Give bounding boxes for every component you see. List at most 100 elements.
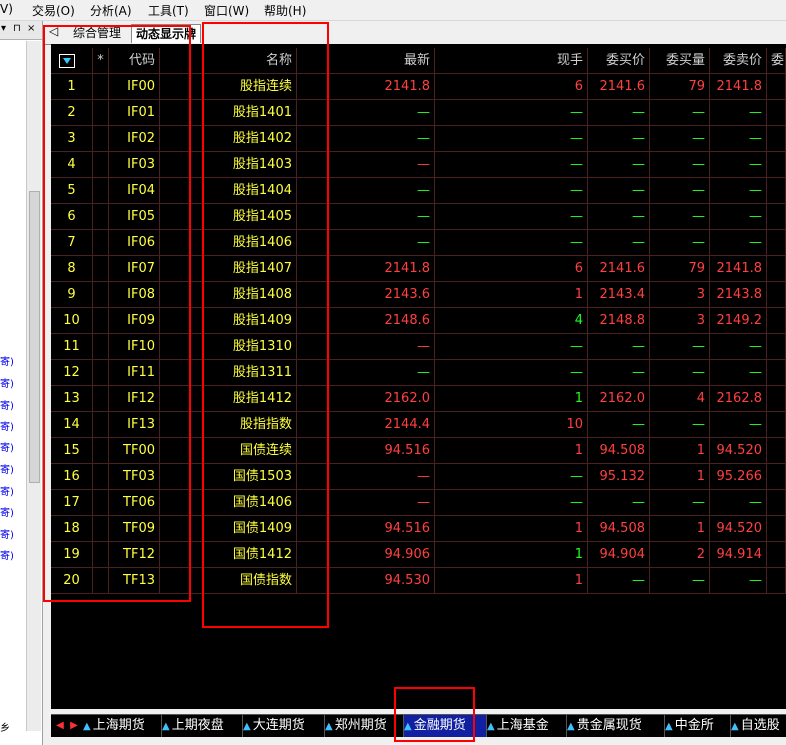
next-column[interactable] [767, 568, 786, 594]
bid-price[interactable]: — [588, 230, 650, 256]
bid-quantity[interactable]: — [650, 204, 710, 230]
ask-price[interactable]: 2162.8 [710, 386, 767, 412]
tree-link[interactable]: 寄) [0, 375, 14, 390]
ask-price[interactable]: — [710, 490, 767, 516]
tree-link[interactable]: 寄) [0, 353, 14, 368]
bid-price[interactable]: — [588, 204, 650, 230]
ask-price[interactable]: 94.520 [710, 438, 767, 464]
tree-link[interactable]: 寄) [0, 504, 14, 519]
tree-link[interactable]: 寄) [0, 483, 14, 498]
market-tab[interactable]: ▲ 自选股 [731, 715, 786, 737]
next-column[interactable] [767, 386, 786, 412]
ask-price[interactable]: — [710, 230, 767, 256]
ask-price[interactable]: — [710, 412, 767, 438]
column-header[interactable]: 委买量 [650, 48, 710, 74]
next-column[interactable] [767, 152, 786, 178]
market-tab[interactable]: ▲ 上海基金 [487, 715, 567, 737]
prev-market-arrow-icon[interactable]: ◀ [54, 719, 66, 733]
bid-price[interactable]: — [588, 126, 650, 152]
bid-quantity[interactable]: — [650, 230, 710, 256]
tree-link[interactable]: 寄) [0, 418, 14, 433]
ask-price[interactable]: — [710, 100, 767, 126]
bid-price[interactable]: — [588, 360, 650, 386]
bid-price[interactable]: — [588, 334, 650, 360]
next-column[interactable] [767, 308, 786, 334]
menu-tools[interactable]: 工具(T) [148, 2, 189, 19]
market-tab[interactable]: ▲ 中金所 [665, 715, 731, 737]
current-volume[interactable]: 10 [435, 412, 588, 438]
next-column[interactable] [767, 516, 786, 542]
ask-price[interactable]: 2141.8 [710, 256, 767, 282]
bid-quantity[interactable]: — [650, 178, 710, 204]
bid-quantity[interactable]: 3 [650, 282, 710, 308]
bid-quantity[interactable]: — [650, 126, 710, 152]
tree-link[interactable]: 寄) [0, 397, 14, 412]
bid-price[interactable]: — [588, 568, 650, 594]
bid-price[interactable]: 2148.8 [588, 308, 650, 334]
next-column[interactable] [767, 74, 786, 100]
bid-price[interactable]: — [588, 100, 650, 126]
ask-price[interactable]: 2149.2 [710, 308, 767, 334]
current-volume[interactable]: — [435, 464, 588, 490]
ask-price[interactable]: — [710, 152, 767, 178]
next-column[interactable] [767, 464, 786, 490]
ask-price[interactable]: 95.266 [710, 464, 767, 490]
bid-price[interactable]: 2141.6 [588, 74, 650, 100]
bid-price[interactable]: — [588, 178, 650, 204]
current-volume[interactable]: 1 [435, 568, 588, 594]
bid-price[interactable]: 2141.6 [588, 256, 650, 282]
current-volume[interactable]: — [435, 204, 588, 230]
next-column[interactable] [767, 100, 786, 126]
current-volume[interactable]: 1 [435, 282, 588, 308]
bid-quantity[interactable]: 79 [650, 74, 710, 100]
current-volume[interactable]: 1 [435, 438, 588, 464]
current-volume[interactable]: — [435, 334, 588, 360]
ask-price[interactable]: 94.914 [710, 542, 767, 568]
current-volume[interactable]: — [435, 152, 588, 178]
column-header[interactable]: 委卖价 [710, 48, 767, 74]
current-volume[interactable]: — [435, 230, 588, 256]
bid-quantity[interactable]: — [650, 568, 710, 594]
market-tab[interactable]: ▲ 大连期货 [243, 715, 325, 737]
next-column[interactable] [767, 490, 786, 516]
bid-price[interactable]: — [588, 152, 650, 178]
next-column[interactable] [767, 438, 786, 464]
bid-quantity[interactable]: 4 [650, 386, 710, 412]
ask-price[interactable]: — [710, 178, 767, 204]
current-volume[interactable]: 6 [435, 256, 588, 282]
next-market-arrow-icon[interactable]: ▶ [68, 719, 80, 733]
next-column[interactable] [767, 230, 786, 256]
close-icon[interactable]: × [27, 23, 35, 34]
next-column[interactable] [767, 542, 786, 568]
current-volume[interactable]: 4 [435, 308, 588, 334]
current-volume[interactable]: 1 [435, 386, 588, 412]
tree-link[interactable]: 寄) [0, 439, 14, 454]
next-column[interactable] [767, 178, 786, 204]
current-volume[interactable]: 6 [435, 74, 588, 100]
bid-price[interactable]: — [588, 412, 650, 438]
bid-price[interactable]: 2162.0 [588, 386, 650, 412]
next-column[interactable] [767, 360, 786, 386]
current-volume[interactable]: — [435, 490, 588, 516]
left-panel-scrollbar[interactable] [26, 41, 41, 731]
ask-price[interactable]: 2141.8 [710, 74, 767, 100]
current-volume[interactable]: — [435, 100, 588, 126]
bid-price[interactable]: 94.904 [588, 542, 650, 568]
current-volume[interactable]: 1 [435, 516, 588, 542]
ask-price[interactable]: — [710, 126, 767, 152]
next-column[interactable] [767, 282, 786, 308]
bid-quantity[interactable]: 1 [650, 464, 710, 490]
market-tab[interactable]: ▲ 郑州期货 [325, 715, 404, 737]
column-header[interactable]: 现手 [435, 48, 588, 74]
ask-price[interactable]: 2143.8 [710, 282, 767, 308]
market-tab[interactable]: ▲ 上期夜盘 [162, 715, 243, 737]
bid-quantity[interactable]: — [650, 490, 710, 516]
bid-quantity[interactable]: 79 [650, 256, 710, 282]
tree-link[interactable]: 寄) [0, 461, 14, 476]
bid-price[interactable]: 95.132 [588, 464, 650, 490]
column-header[interactable]: 委买价 [588, 48, 650, 74]
next-column[interactable] [767, 126, 786, 152]
current-volume[interactable]: — [435, 126, 588, 152]
ask-price[interactable]: — [710, 568, 767, 594]
bid-quantity[interactable]: 1 [650, 516, 710, 542]
